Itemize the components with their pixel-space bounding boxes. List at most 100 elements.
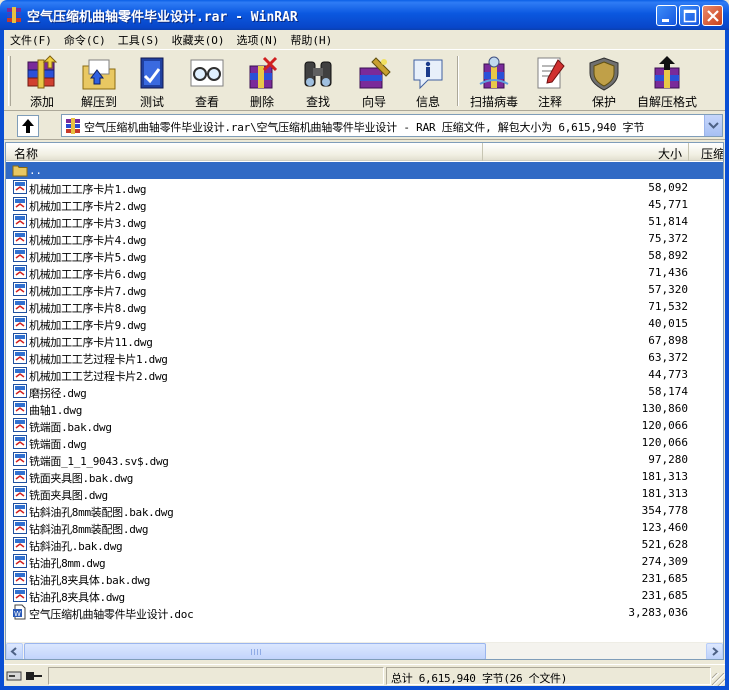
delete-button[interactable]: 删除: [242, 52, 282, 110]
file-row[interactable]: 钻油孔8夹具体.bak.dwg 231,685: [6, 570, 723, 587]
wizard-label: 向导: [361, 95, 386, 109]
file-size: 75,372: [648, 232, 688, 245]
status-pane-total: 总计 6,615,940 字节(26 个文件): [386, 667, 711, 685]
resize-grip[interactable]: [712, 673, 725, 686]
menu-favorites[interactable]: 收藏夹(O): [166, 30, 231, 49]
find-binoculars-icon: [304, 61, 332, 87]
window-title: 空气压缩机曲轴零件毕业设计.rar - WinRAR: [27, 10, 298, 25]
file-size: 97,280: [648, 453, 688, 466]
file-row[interactable]: 钻油孔8夹具体.dwg 231,685: [6, 587, 723, 604]
close-icon: [707, 10, 719, 22]
window-frame-bottom: [0, 686, 729, 690]
file-row[interactable]: 铣端面.bak.dwg 120,066: [6, 417, 723, 434]
file-row[interactable]: 磨拐径.dwg 58,174: [6, 383, 723, 400]
file-row[interactable]: 机械加工工序卡片1.dwg 58,092: [6, 179, 723, 196]
address-bar: 空气压缩机曲轴零件毕业设计.rar\空气压缩机曲轴零件毕业设计 - RAR 压缩…: [4, 112, 725, 140]
file-size: 123,460: [641, 521, 688, 534]
protect-button[interactable]: 保护: [584, 52, 624, 110]
menu-file[interactable]: 文件(F): [4, 30, 58, 49]
dwg-file-icon: [13, 180, 27, 194]
column-header-packed[interactable]: 压缩: [689, 143, 723, 161]
file-size: 45,771: [648, 198, 688, 211]
comment-button[interactable]: 注释: [530, 52, 570, 110]
file-row[interactable]: 铣面夹具图.bak.dwg 181,313: [6, 468, 723, 485]
dwg-file-icon: [13, 401, 27, 415]
file-row[interactable]: 曲轴1.dwg 130,860: [6, 400, 723, 417]
file-size: 57,320: [648, 283, 688, 296]
file-size: 51,814: [648, 215, 688, 228]
menu-tools[interactable]: 工具(S): [112, 30, 166, 49]
file-row[interactable]: 机械加工工序卡片4.dwg 75,372: [6, 230, 723, 247]
scroll-right-button[interactable]: [706, 643, 723, 659]
title-bar[interactable]: 空气压缩机曲轴零件毕业设计.rar - WinRAR: [0, 0, 729, 30]
file-row[interactable]: 机械加工工序卡片6.dwg 71,436: [6, 264, 723, 281]
file-row[interactable]: 机械加工工序卡片3.dwg 51,814: [6, 213, 723, 230]
toolbar-grip[interactable]: [8, 56, 11, 106]
file-size: 40,015: [648, 317, 688, 330]
scroll-left-button[interactable]: [6, 643, 23, 659]
menu-options[interactable]: 选项(N): [231, 30, 285, 49]
extract-to-button[interactable]: 解压到: [74, 52, 124, 110]
file-row[interactable]: 钻斜油孔8mm装配图.bak.dwg 354,778: [6, 502, 723, 519]
file-row[interactable]: W 空气压缩机曲轴零件毕业设计.doc 3,283,036: [6, 604, 723, 621]
menu-bar: 文件(F) 命令(C) 工具(S) 收藏夹(O) 选项(N) 帮助(H): [4, 30, 725, 49]
file-row[interactable]: 钻斜油孔8mm装配图.dwg 123,460: [6, 519, 723, 536]
drive-and-key-icon[interactable]: [6, 669, 44, 683]
parent-folder-row[interactable]: ..: [6, 162, 723, 179]
menu-help[interactable]: 帮助(H): [284, 30, 338, 49]
add-archive-icon: [27, 55, 58, 89]
list-header: 名称 大小 压缩: [6, 143, 723, 161]
view-button[interactable]: 查看: [187, 52, 227, 110]
scan-virus-icon: [479, 56, 509, 89]
file-row[interactable]: 机械加工工序卡片2.dwg 45,771: [6, 196, 723, 213]
status-bar: 总计 6,615,940 字节(26 个文件): [4, 664, 725, 686]
find-button[interactable]: 查找: [296, 52, 340, 110]
file-row[interactable]: 机械加工工艺过程卡片2.dwg 44,773: [6, 366, 723, 383]
close-button[interactable]: [702, 5, 723, 26]
file-row[interactable]: 机械加工工序卡片9.dwg 40,015: [6, 315, 723, 332]
file-row[interactable]: 铣面夹具图.dwg 181,313: [6, 485, 723, 502]
file-row[interactable]: 机械加工工序卡片8.dwg 71,532: [6, 298, 723, 315]
column-header-name[interactable]: 名称: [6, 143, 483, 161]
column-header-size[interactable]: 大小: [483, 143, 689, 161]
file-row[interactable]: 机械加工工序卡片11.dwg 67,898: [6, 332, 723, 349]
status-total-text: 总计 6,615,940 字节(26 个文件): [391, 672, 568, 685]
file-row[interactable]: 机械加工工序卡片7.dwg 57,320: [6, 281, 723, 298]
file-row[interactable]: 钻油孔8mm.dwg 274,309: [6, 553, 723, 570]
extract-to-label: 解压到: [80, 95, 117, 109]
minimize-button[interactable]: [656, 5, 677, 26]
file-list[interactable]: 名称 大小 压缩 .. 机械加工工序卡片1.dwg 58,092 机械加工工序卡片2.…: [5, 142, 724, 660]
scan-virus-button[interactable]: 扫描病毒: [466, 52, 522, 110]
status-pane-selection: [48, 667, 384, 685]
up-one-level-button[interactable]: [17, 115, 39, 137]
file-name: 钻油孔8夹具体.dwg: [29, 591, 125, 604]
file-name: 机械加工工序卡片1.dwg: [29, 183, 147, 196]
sfx-button[interactable]: 自解压格式: [634, 52, 700, 110]
archive-path-combo[interactable]: 空气压缩机曲轴零件毕业设计.rar\空气压缩机曲轴零件毕业设计 - RAR 压缩…: [61, 114, 723, 137]
info-button[interactable]: 信息: [408, 52, 448, 110]
file-size: 231,685: [641, 572, 688, 585]
dwg-file-icon: [13, 231, 27, 245]
add-button[interactable]: 添加: [18, 52, 66, 110]
file-name: 机械加工工序卡片2.dwg: [29, 200, 147, 213]
file-row[interactable]: 钻斜油孔.bak.dwg 521,628: [6, 536, 723, 553]
file-size: 231,685: [641, 589, 688, 602]
horizontal-scrollbar[interactable]: [6, 642, 723, 659]
menu-commands[interactable]: 命令(C): [58, 30, 112, 49]
dwg-file-icon: [13, 248, 27, 262]
wizard-button[interactable]: 向导: [352, 52, 396, 110]
dwg-file-icon: [13, 384, 27, 398]
file-size: 71,532: [648, 300, 688, 313]
file-row[interactable]: 机械加工工艺过程卡片1.dwg 63,372: [6, 349, 723, 366]
file-name: ..: [29, 164, 42, 177]
scroll-right-icon: [712, 647, 719, 656]
scroll-thumb[interactable]: [24, 643, 486, 659]
test-button[interactable]: 测试: [132, 52, 172, 110]
file-size: 3,283,036: [628, 606, 688, 619]
maximize-button[interactable]: [679, 5, 700, 26]
file-row[interactable]: 机械加工工序卡片5.dwg 58,892: [6, 247, 723, 264]
path-dropdown-button[interactable]: [704, 115, 722, 136]
file-row[interactable]: 铣端面.dwg 120,066: [6, 434, 723, 451]
file-row[interactable]: 铣端面_1_1_9043.sv$.dwg 97,280: [6, 451, 723, 468]
winrar-app-icon[interactable]: [6, 7, 22, 23]
